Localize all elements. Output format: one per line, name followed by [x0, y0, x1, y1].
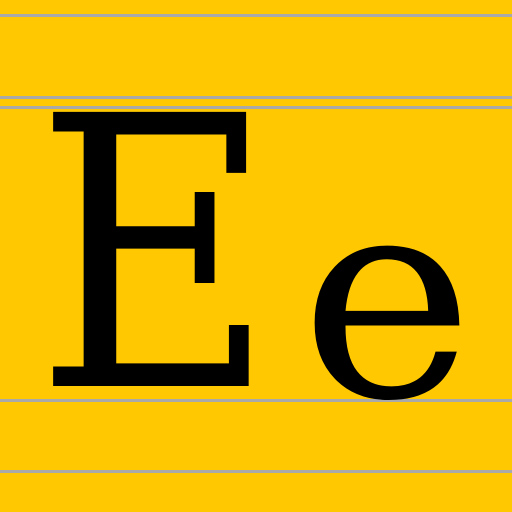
letters-svg: E e — [35, 37, 474, 475]
uppercase-letter: E — [35, 37, 275, 475]
lowercase-letter: e — [300, 134, 474, 463]
letter-tile: E e — [0, 0, 512, 512]
